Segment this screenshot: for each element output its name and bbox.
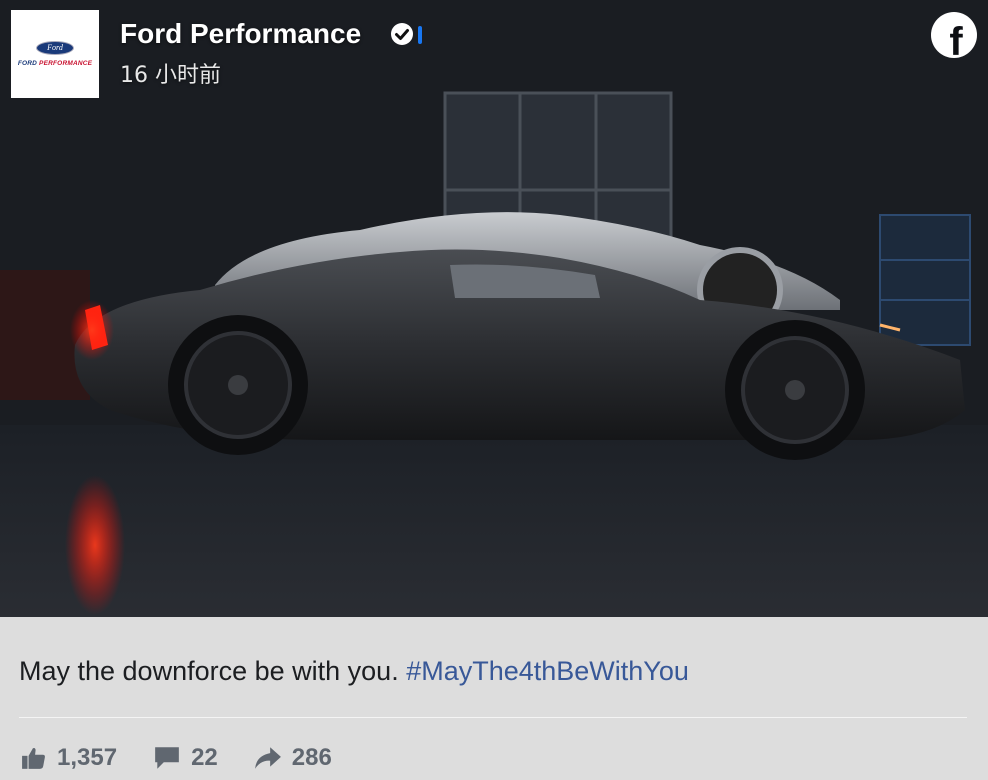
car-photo-scene — [0, 0, 988, 617]
engagement-stats: 1,357 22 286 — [21, 740, 368, 776]
ford-logo-text: Ford — [47, 43, 63, 52]
like-count: 1,357 — [57, 744, 118, 771]
comment-count: 22 — [191, 744, 218, 771]
caption-text: May the downforce be with you. — [19, 656, 407, 686]
ford-oval-logo: Ford — [36, 41, 74, 55]
brand-text-performance: PERFORMANCE — [39, 60, 93, 67]
verified-badge-accent — [418, 26, 422, 44]
facebook-icon[interactable]: f — [931, 12, 977, 58]
post-timestamp[interactable]: 16 小时前 — [120, 57, 221, 89]
divider — [19, 717, 967, 718]
brand-text-ford: FORD — [17, 60, 40, 67]
comment-icon — [155, 747, 179, 769]
share-stat[interactable]: 286 — [254, 744, 332, 772]
share-count: 286 — [291, 744, 332, 771]
comment-stat[interactable]: 22 — [153, 744, 218, 772]
hashtag-link[interactable]: #MayThe4thBeWithYou — [406, 656, 689, 686]
page-name-link[interactable]: Ford Performance — [120, 18, 361, 50]
like-icon — [22, 747, 45, 769]
facebook-post-card: Ford FORD PERFORMANCE Ford Performance 1… — [0, 0, 988, 780]
verified-badge-icon — [391, 23, 413, 45]
like-stat[interactable]: 1,357 — [21, 744, 117, 772]
share-icon — [254, 747, 281, 769]
post-caption: May the downforce be with you. #MayThe4t… — [19, 656, 689, 687]
post-photo[interactable]: Ford FORD PERFORMANCE Ford Performance 1… — [0, 0, 988, 617]
page-avatar[interactable]: Ford FORD PERFORMANCE — [11, 10, 99, 98]
ford-performance-wordmark: FORD PERFORMANCE — [18, 60, 92, 67]
